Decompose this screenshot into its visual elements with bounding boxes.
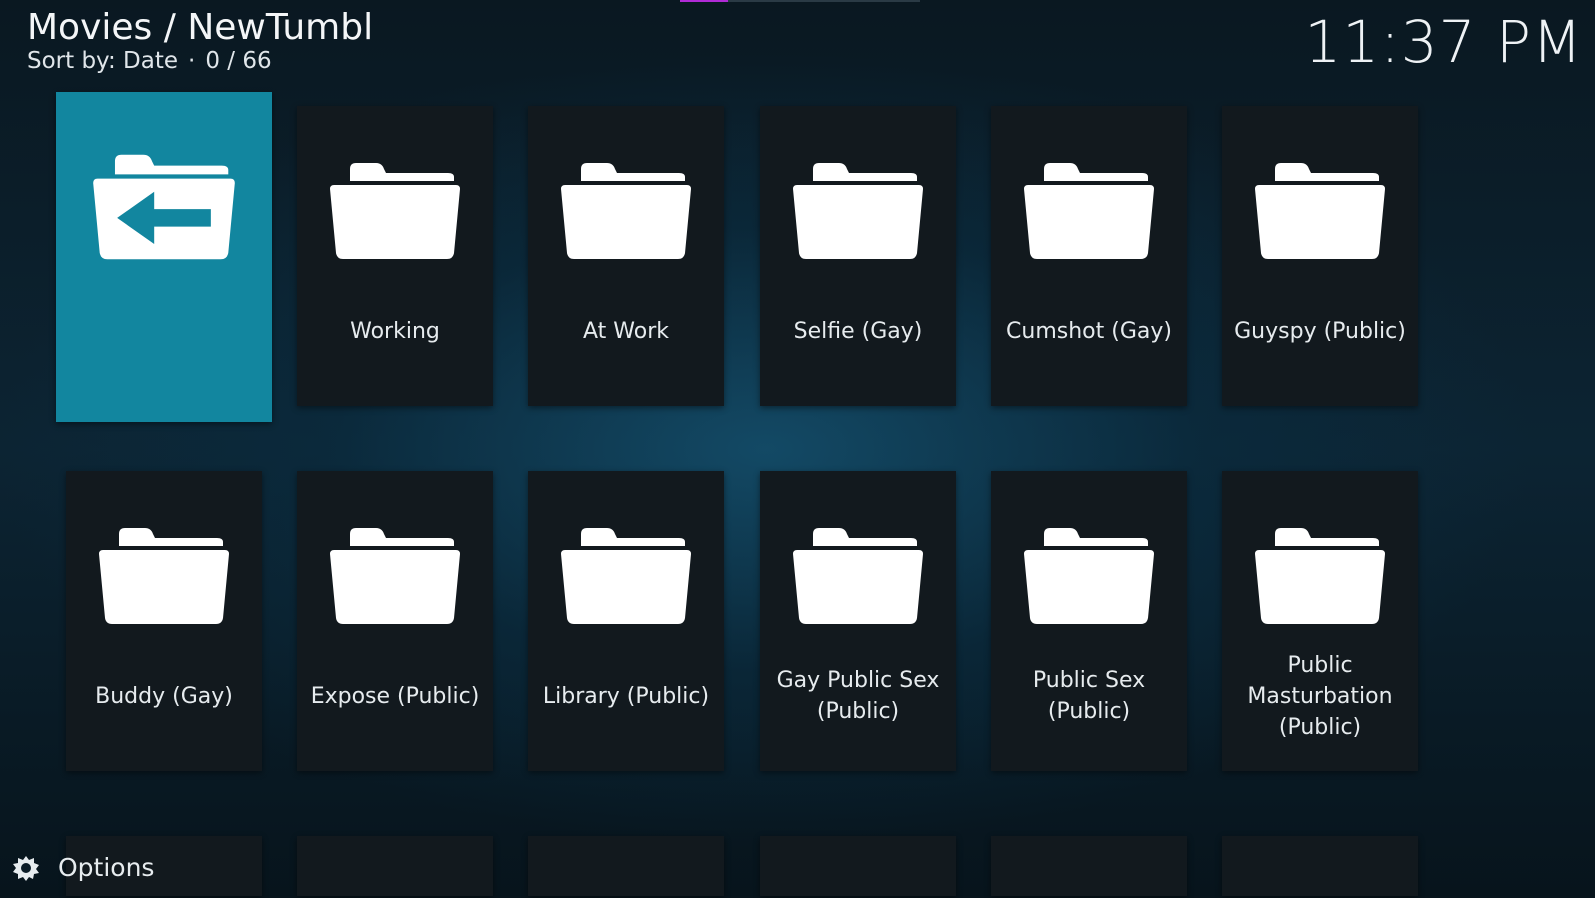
tile-folder[interactable]: Cumshot (Gay) [991,106,1187,406]
folder-icon [793,528,923,624]
folder-icon [1024,528,1154,624]
tile-folder-partial[interactable] [760,836,956,896]
tile-label: Working [350,318,440,344]
options-button[interactable]: Options [12,853,154,882]
tile-label: Gay Public Sex (Public) [776,668,940,724]
tile-label: Expose (Public) [310,683,480,709]
separator: · [188,48,196,74]
tile-label: Guyspy (Public) [1234,318,1406,344]
progress-bar [680,0,920,2]
tile-label [64,272,264,422]
tile-folder[interactable]: Buddy (Gay) [66,471,262,771]
tile-label: Public Sex (Public) [1032,668,1146,724]
folder-icon [99,528,229,624]
folder-icon [793,163,923,259]
tile-folder[interactable]: Public Masturbation (Public) [1222,471,1418,771]
tile-label: Selfie (Gay) [793,318,923,344]
tile-label: At Work [583,318,669,344]
tile-folder-partial[interactable] [297,836,493,896]
tile-label: Buddy (Gay) [95,683,233,709]
header: Movies / NewTumbl Sort by: Date · 0 / 66 [27,6,373,74]
tile-folder-partial[interactable] [528,836,724,896]
folder-icon [1255,528,1385,624]
page-title: Movies / NewTumbl [27,7,374,48]
progress-fill [680,0,728,2]
tile-folder[interactable]: Gay Public Sex (Public) [760,471,956,771]
sort-label: Sort by: Date [27,48,179,74]
tile-folder[interactable]: Library (Public) [528,471,724,771]
tile-folder-partial[interactable] [991,836,1187,896]
tile-label: Public Masturbation (Public) [1247,652,1393,740]
item-position: 0 / 66 [205,48,272,74]
clock: 11:37 PM [1304,8,1583,76]
tile-folder[interactable]: Public Sex (Public) [991,471,1187,771]
gear-icon [13,855,39,881]
folder-icon [1255,163,1385,259]
screen: Movies / NewTumbl Sort by: Date · 0 / 66 1… [0,0,1595,898]
folder-back-icon [93,154,235,260]
folder-icon [1024,163,1154,259]
folder-icon [561,163,691,259]
tile-label: Library (Public) [542,683,710,709]
tile-folder[interactable]: Selfie (Gay) [760,106,956,406]
tile-folder[interactable]: Guyspy (Public) [1222,106,1418,406]
tile-parent-folder[interactable] [56,92,272,422]
sort-info: Sort by: Date · 0 / 66 [27,48,373,74]
folder-icon [561,528,691,624]
folder-icon [330,163,460,259]
options-label: Options [58,853,155,882]
tile-label: Cumshot (Gay) [1006,318,1172,344]
tile-folder-partial[interactable] [1222,836,1418,896]
tile-folder[interactable]: Working [297,106,493,406]
tile-folder[interactable]: At Work [528,106,724,406]
folder-icon [330,528,460,624]
tile-folder[interactable]: Expose (Public) [297,471,493,771]
